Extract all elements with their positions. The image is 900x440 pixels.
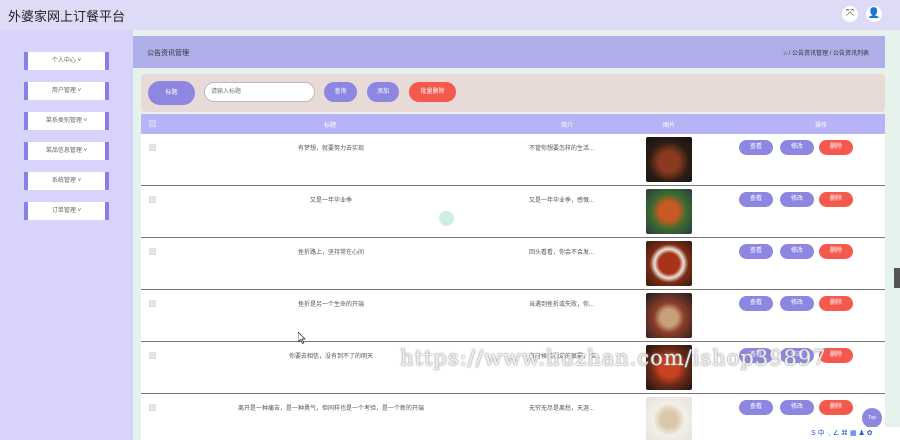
view-button[interactable]: 查看 [739,192,773,207]
row-image [646,293,692,338]
row-image [646,241,692,286]
edit-button[interactable]: 修改 [780,192,814,207]
table-row: 挫折是另一个生命的开端 当遇到挫折或失败，你... 查看 修改 删除 [141,290,885,342]
sidebar-item-personal-center[interactable]: 个人中心 ˅ [24,52,109,70]
search-panel: 标题 查询 添加 批量删除 [141,74,885,112]
breadcrumb[interactable]: ⌂ / 公告资讯管理 / 公告资讯列表 [783,48,869,57]
view-button[interactable]: 查看 [739,400,773,415]
column-header-title: 标题 [324,123,337,129]
row-summary: 当遇到挫折或失败，你... [529,302,595,308]
sidebar: 个人中心 ˅ 用户管理 ˅ 菜系类别管理 ˅ 菜品信息管理 ˅ 系统管理 ˅ 订… [0,30,133,440]
row-image [646,137,692,182]
app-title: 外婆家网上订餐平台 [8,9,126,24]
sidebar-item-dish-info[interactable]: 菜品信息管理 ˅ [24,142,109,160]
column-header-summary: 简介 [561,123,574,129]
row-title: 又是一年毕业季 [309,198,352,204]
search-input[interactable] [204,82,315,102]
ime-toolbar[interactable]: S 中 ·, ∠ ⌘ ▦ ♟ ✿ [808,427,900,440]
row-checkbox[interactable] [149,196,156,203]
table-row: 有梦想，就要努力去实现 不管你想要怎样的生活... 查看 修改 删除 [141,134,885,186]
edit-button[interactable]: 修改 [780,244,814,259]
delete-button[interactable]: 删除 [819,192,853,207]
view-button[interactable]: 查看 [739,140,773,155]
user-icon[interactable]: 👤 [866,6,882,22]
row-title: 挫折是另一个生命的开端 [297,302,364,308]
delete-button[interactable]: 删除 [819,244,853,259]
add-button[interactable]: 添加 [367,82,399,102]
table-header: 标题 简介 图片 操作 [141,114,885,134]
table-row: 挫折路上，坚持常在心间 回头看看，你会不会发... 查看 修改 删除 [141,238,885,290]
column-header-actions: 操作 [815,123,828,129]
page-title: 公告资讯管理 [147,50,189,57]
row-checkbox[interactable] [149,404,156,411]
batch-delete-button[interactable]: 批量删除 [409,82,456,102]
row-title: 离开是一种痛苦，是一种勇气，但同样也是一个考验，是一个新的开端 [237,406,424,412]
loading-spinner [439,211,454,226]
sidebar-item-cuisine-category[interactable]: 菜系类别管理 ˅ [24,112,109,130]
top-bar: 外婆家网上订餐平台 ⤧ 👤 [0,0,900,30]
row-summary: 无穷无尽是离愁，天涯... [529,406,595,412]
select-all-checkbox[interactable] [149,120,156,127]
delete-button[interactable]: 删除 [819,296,853,311]
edit-button[interactable]: 修改 [780,140,814,155]
title-label: 标题 [148,81,195,105]
row-checkbox[interactable] [149,144,156,151]
main-content: 公告资讯管理 ⌂ / 公告资讯管理 / 公告资讯列表 标题 查询 添加 批量删除… [133,30,900,440]
table-row: 离开是一种痛苦，是一种勇气，但同样也是一个考验，是一个新的开端 无穷无尽是离愁，… [141,394,885,440]
query-button[interactable]: 查询 [324,82,357,102]
sidebar-item-system[interactable]: 系统管理 ˅ [24,172,109,190]
row-title: 挫折路上，坚持常在心间 [297,250,364,256]
sidebar-item-orders[interactable]: 订单管理 ˅ [24,202,109,220]
fullscreen-icon[interactable]: ⤧ [842,6,858,22]
edit-button[interactable]: 修改 [780,296,814,311]
delete-button[interactable]: 删除 [819,400,853,415]
row-image [646,189,692,234]
row-title: 有梦想，就要努力去实现 [297,146,364,152]
table-row: 又是一年毕业季 又是一年毕业季，感慨... 查看 修改 删除 [141,186,885,238]
row-summary: 又是一年毕业季，感慨... [529,198,595,204]
side-tab[interactable] [894,268,900,288]
row-summary: 不管你想要怎样的生活... [529,146,595,152]
row-checkbox[interactable] [149,248,156,255]
page-header: 公告资讯管理 ⌂ / 公告资讯管理 / 公告资讯列表 [133,36,885,68]
sidebar-item-user-management[interactable]: 用户管理 ˅ [24,82,109,100]
edit-button[interactable]: 修改 [780,400,814,415]
row-checkbox[interactable] [149,300,156,307]
row-summary: 回头看看，你会不会发... [529,250,595,256]
watermark: https://www.huzhan.com/ishop39897 [400,346,827,370]
view-button[interactable]: 查看 [739,244,773,259]
back-to-top-button[interactable]: Top [862,408,882,428]
mouse-cursor-icon [298,332,306,344]
column-header-image: 图片 [663,123,676,129]
announcement-table: 标题 简介 图片 操作 有梦想，就要努力去实现 不管你想要怎样的生活... 查看… [141,114,885,440]
row-image [646,397,692,440]
view-button[interactable]: 查看 [739,296,773,311]
row-checkbox[interactable] [149,352,156,359]
delete-button[interactable]: 删除 [819,140,853,155]
